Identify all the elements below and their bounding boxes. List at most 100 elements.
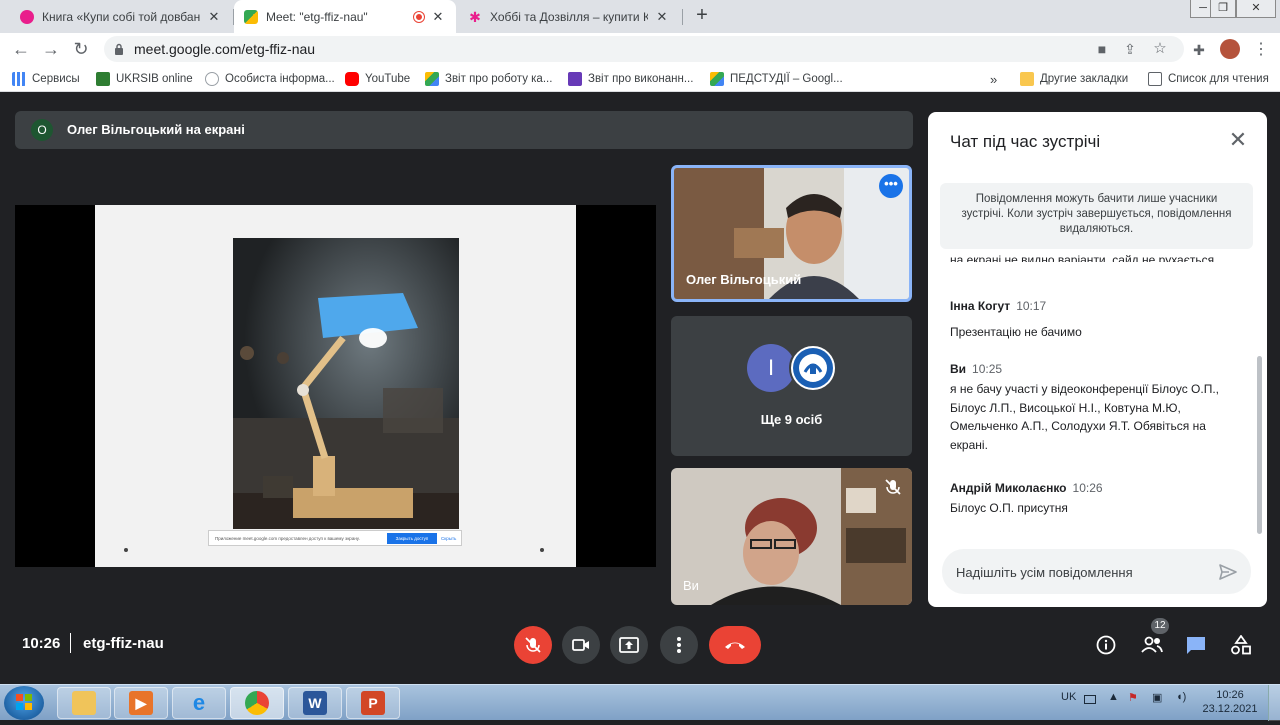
dynamo-logo-avatar [789,344,837,392]
message-text: Білоус О.П. присутня [950,501,1068,515]
camera-icon [572,639,589,651]
meeting-details-button[interactable] [1092,631,1120,659]
ukrsib-icon [96,72,110,86]
taskbar-chrome[interactable] [230,687,284,719]
bookmark-report-1[interactable]: Звіт про роботу ка... [425,70,552,88]
restore-button[interactable]: ❐ [1210,0,1236,18]
participants-button[interactable] [1138,631,1166,659]
forward-icon[interactable]: → [40,38,62,60]
chat-message: Андрій Миколаєнко 10:26 Білоус О.П. прису… [950,479,1240,518]
activities-icon [1231,635,1251,655]
bookmark-star-icon[interactable]: ☆ [1152,41,1168,57]
tab-separator [682,9,683,25]
address-bar[interactable]: meet.google.com/etg-ffiz-nau ■ ⇪ ☆ [104,36,1184,62]
star-site-icon: ✱ [469,8,481,25]
network-icon[interactable]: ▣ [1152,691,1162,704]
system-clock[interactable]: 10:26 23.12.2021 [1198,688,1262,716]
show-desktop-button[interactable] [1268,685,1280,721]
new-tab-button[interactable]: + [690,4,714,28]
meet-icon [244,9,258,24]
participant-tile-others[interactable]: I Ще 9 осіб [671,316,912,456]
powerpoint-icon: P [361,691,385,715]
participant-name: Олег Вільгоцький [686,272,802,287]
chat-button[interactable] [1182,631,1210,659]
send-icon[interactable] [1217,561,1239,583]
mic-off-icon [525,637,541,653]
leave-call-button[interactable] [709,626,761,664]
action-center-icon[interactable]: ⚑ [1128,691,1138,704]
close-tab-icon[interactable]: ✕ [430,9,446,25]
tab-meet[interactable]: Meet: "etg-ffiz-nau" ✕ [234,0,456,33]
meeting-code: etg-ffiz-nau [83,635,164,652]
chrome-icon [245,691,269,715]
activities-button[interactable] [1227,631,1255,659]
bookmark-report-2[interactable]: Звіт про виконанн... [568,70,693,88]
tab-hobby[interactable]: ✱ Хоббі та Дозвілля – купити Кни ✕ [458,0,680,33]
share-notice-text: Приложение meet.google.com предоставлен … [215,536,360,541]
taskbar-media-player[interactable]: ▶ [114,687,168,719]
bookmarks-overflow-button[interactable]: » [990,70,997,88]
taskbar-word[interactable]: W [288,687,342,719]
bookmark-youtube[interactable]: YouTube [345,70,410,88]
cloud-icon [205,72,219,86]
screen-share-notice: Приложение meet.google.com предоставлен … [208,530,462,546]
extensions-icon[interactable]: ✚ [1190,41,1208,59]
participant-tile-presenter[interactable]: ••• Олег Вільгоцький [671,165,912,302]
bookmark-other[interactable]: Другие закладки [1020,70,1128,88]
profile-avatar[interactable] [1220,39,1240,59]
bookmark-label: Сервисы [32,73,80,85]
chat-input-box [942,549,1251,594]
google-drive-icon [710,72,724,86]
participant-tile-self[interactable]: Ви [671,468,912,605]
menu-icon[interactable]: ⋮ [1252,41,1270,59]
share-icon[interactable]: ⇪ [1122,41,1138,57]
stop-sharing-button[interactable]: Закрыть доступ [387,533,437,544]
present-screen-button[interactable] [610,626,648,664]
chat-message: Ви 10:25 я не бачу участі у відеоконферен… [950,360,1240,454]
bookmark-apps[interactable]: Сервисы [12,70,80,88]
taskbar-explorer[interactable] [57,687,111,719]
lamp-photo [233,238,459,529]
hide-notice-link[interactable]: Скрыть [441,536,456,541]
back-icon[interactable]: ← [10,38,32,60]
book-site-icon [20,9,34,24]
reload-icon[interactable]: ↻ [70,38,92,60]
camera-toggle-button[interactable] [562,626,600,664]
language-indicator[interactable]: UK [1061,691,1076,703]
taskbar-powerpoint[interactable]: P [346,687,400,719]
clock-date: 23.12.2021 [1202,703,1258,715]
keyboard-icon[interactable] [1084,695,1096,704]
bookmark-personal-info[interactable]: Особиста інформа... [205,70,335,88]
windows-taskbar: ▶ e W P UK ▲ ⚑ ▣ ◖) 10:26 23.12.2021 [0,684,1280,721]
google-forms-icon [568,72,582,86]
chat-message-input[interactable] [956,562,1206,582]
lamp-image [233,238,459,529]
more-options-button[interactable] [660,626,698,664]
close-tab-icon[interactable]: ✕ [206,9,222,25]
start-button[interactable] [4,686,44,720]
self-video [671,468,912,605]
volume-icon[interactable]: ◖) [1176,691,1186,703]
close-tab-icon[interactable]: ✕ [654,9,670,25]
reading-list[interactable]: Список для чтения [1148,70,1269,88]
more-vert-icon [677,637,681,653]
close-icon[interactable]: ✕ [1227,129,1249,152]
bookmark-label: YouTube [365,73,411,85]
bookmark-ukrsib[interactable]: UKRSIB online [96,70,193,88]
message-text: Презентацію не бачимо [950,325,1082,339]
bookmark-label: Звіт про роботу ка... [445,73,553,85]
message-time: 10:17 [1016,299,1047,313]
media-player-icon: ▶ [129,691,153,715]
chat-icon [1187,637,1205,654]
chat-scrollbar[interactable] [1257,356,1262,534]
tab-book[interactable]: Книга «Купи собі той довбаний ✕ [10,0,232,33]
close-window-button[interactable]: ✕ [1236,0,1276,18]
tray-expand-icon[interactable]: ▲ [1108,691,1119,703]
more-options-button[interactable]: ••• [879,174,903,198]
mic-toggle-button[interactable] [514,626,552,664]
reading-list-icon [1148,72,1162,86]
taskbar-internet-explorer[interactable]: e [172,687,226,719]
chat-notice: Повідомлення можуть бачити лише учасники… [940,183,1253,249]
bookmark-pedstudii[interactable]: ПЕДСТУДІЇ – Googl... [710,70,843,88]
camera-icon[interactable]: ■ [1094,41,1110,57]
